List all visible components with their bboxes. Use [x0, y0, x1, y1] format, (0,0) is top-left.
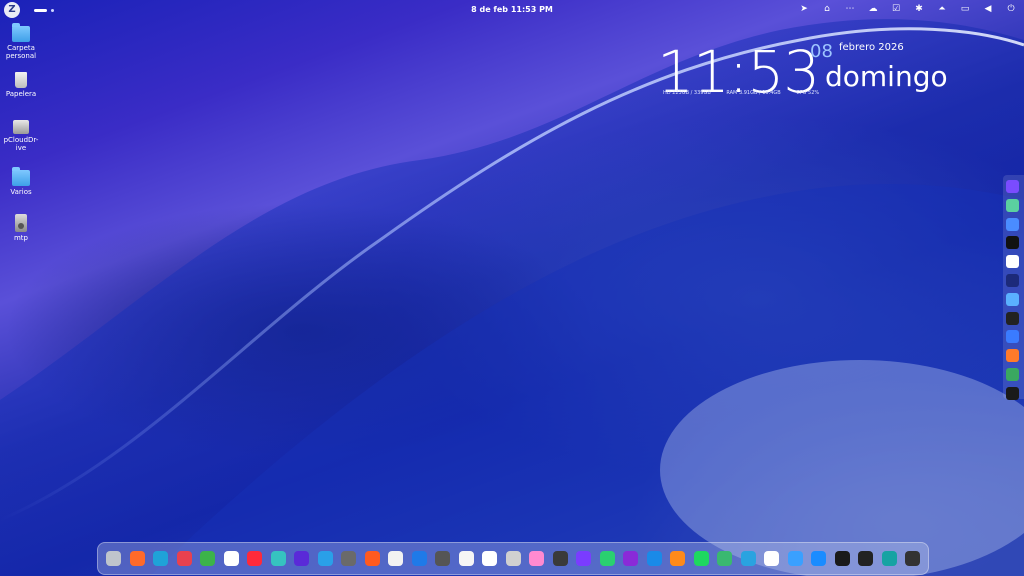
cloud-icon[interactable]: ☁ [868, 3, 878, 15]
more-icon[interactable]: ⋯ [845, 3, 855, 15]
whatsapp-icon[interactable] [764, 551, 779, 566]
finder-icon[interactable] [787, 551, 803, 566]
display-icon[interactable]: ▭ [960, 3, 970, 15]
perplexity-icon[interactable] [1006, 330, 1019, 344]
telegram-app-icon[interactable] [740, 551, 756, 566]
brush-icon[interactable] [552, 551, 568, 566]
clipboard-icon[interactable]: ☑ [891, 3, 901, 15]
clock-day: 08 [810, 41, 833, 62]
paint-app-icon[interactable] [482, 551, 497, 566]
gear-app-icon[interactable] [505, 551, 521, 566]
desktop-item-varios[interactable]: Varios [2, 167, 40, 196]
chatgpt-icon[interactable] [1006, 274, 1019, 287]
vivaldi-icon[interactable] [176, 551, 192, 566]
clock-month-year: febrero 2026 [839, 42, 904, 53]
calculator-icon[interactable] [435, 551, 450, 566]
bluetooth-icon[interactable]: ✱ [914, 3, 924, 15]
system-monitor-icon[interactable] [858, 551, 873, 566]
settings-icon[interactable] [106, 551, 121, 566]
video-player-icon[interactable] [646, 551, 662, 566]
trash-icon [15, 72, 27, 88]
desktop-item-pclouddrive[interactable]: pCloudDr-ive [2, 120, 40, 152]
notes-app-icon[interactable] [388, 551, 403, 566]
diamond-icon[interactable] [1006, 292, 1019, 306]
media-player-icon [15, 214, 27, 232]
clock-weekday: domingo [825, 60, 948, 93]
terminal-app-icon[interactable] [1006, 386, 1019, 400]
desktop-item-label: Papelera [5, 90, 37, 98]
system-stats: HD 223GB / 339GB RAM 3.91GB / 15.4GB CPU… [663, 90, 833, 96]
copilot-icon[interactable] [1006, 198, 1019, 212]
desktop-item-trash[interactable]: Papelera [2, 72, 40, 98]
home-folder-icon [12, 23, 30, 42]
desktop-item-mtp[interactable]: mtp [2, 214, 40, 242]
orange-app-icon[interactable] [1006, 349, 1019, 363]
edge-icon[interactable] [153, 551, 168, 566]
play-store-icon[interactable] [599, 551, 615, 566]
desktop-item-label: mtp [13, 234, 28, 242]
orange-media-icon[interactable] [670, 551, 685, 566]
top-panel: Z 8 de feb 11:53 PM ➤ ⌂ ⋯ ☁ ☑ ✱ ⏶ ▭ ◀ ⏻ [0, 0, 1024, 20]
cpu-usage: CPU 52% [796, 90, 820, 96]
desktop-item-label: pCloudDr-ive [3, 136, 39, 152]
telegram-icon[interactable]: ➤ [799, 3, 809, 15]
upload-icon[interactable]: ⏶ [937, 3, 947, 15]
chrome-icon[interactable] [200, 551, 215, 566]
c-app-icon[interactable] [1006, 311, 1019, 325]
ram-usage: RAM 3.91GB / 15.4GB [726, 90, 781, 96]
cloud-app-icon[interactable] [317, 551, 333, 566]
gemini-icon[interactable] [1006, 217, 1019, 231]
dock [97, 542, 929, 575]
desktop-item-home[interactable]: Carpeta personal [2, 23, 40, 60]
terminal-icon[interactable] [834, 551, 850, 566]
yandex-icon[interactable] [223, 551, 239, 566]
tor-icon[interactable] [341, 551, 356, 566]
flask-icon[interactable] [1006, 255, 1019, 269]
media-app-icon[interactable] [576, 551, 591, 566]
leaf-app-icon[interactable] [1006, 368, 1019, 381]
teal-app-icon[interactable] [881, 551, 897, 566]
palette-app-icon[interactable] [529, 551, 544, 566]
floorp-icon[interactable] [270, 551, 286, 566]
opera-icon[interactable] [247, 551, 262, 566]
side-launcher [1003, 175, 1024, 400]
ai-app-icon[interactable] [1006, 180, 1019, 193]
power-icon[interactable]: ⏻ [1006, 3, 1016, 15]
firefox-icon[interactable] [129, 551, 145, 566]
spotify-icon[interactable] [693, 551, 709, 566]
network-icon[interactable]: ⌂ [822, 3, 832, 15]
folder-icon [12, 167, 30, 186]
desktop-item-label: Carpeta personal [5, 44, 37, 60]
document-app-icon[interactable] [458, 551, 474, 566]
clock-app-icon[interactable] [905, 551, 920, 566]
desktop-item-label: Varios [10, 188, 32, 196]
brave-icon[interactable] [364, 551, 380, 566]
volume-icon[interactable]: ◀ [983, 3, 993, 15]
app-store-icon[interactable] [811, 551, 826, 566]
grok-icon[interactable] [1006, 236, 1019, 250]
system-tray: ➤ ⌂ ⋯ ☁ ☑ ✱ ⏶ ▭ ◀ ⏻ [799, 3, 1016, 15]
f-app-icon[interactable] [294, 551, 309, 566]
blue-app-icon[interactable] [411, 551, 427, 566]
disk-usage: HD 223GB / 339GB [663, 90, 711, 96]
link-app-icon[interactable] [623, 551, 638, 566]
green-app-icon[interactable] [717, 551, 732, 566]
drive-icon [13, 120, 29, 134]
